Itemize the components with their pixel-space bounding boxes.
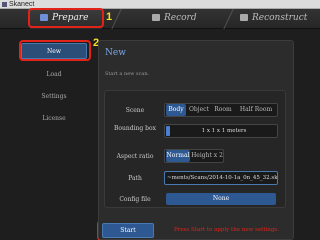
page-subtitle: Start a new scan. (105, 71, 150, 77)
scene-option-room[interactable]: Room (212, 104, 234, 116)
scene-selector: Body Object Room Half Room (164, 103, 278, 117)
tab-label: Reconstruct (252, 13, 308, 23)
slider-handle[interactable] (166, 126, 170, 136)
tab-divider (111, 9, 122, 29)
sidebar: New Load Settings License (8, 38, 92, 240)
tab-reconstruct[interactable]: Reconstruct (240, 9, 320, 29)
sidebar-item-license[interactable]: License (21, 111, 87, 127)
tab-label: Record (164, 13, 197, 23)
start-button[interactable]: Start (102, 223, 154, 238)
aspect-option-height-x2[interactable]: Height x 2 (191, 150, 223, 162)
tab-record[interactable]: Record (152, 9, 222, 29)
scene-label: Scene (125, 107, 145, 114)
aspect-ratio-selector: Normal Height x 2 (164, 149, 224, 163)
aspect-ratio-label: Aspect ratio (116, 153, 154, 160)
scene-option-object[interactable]: Object (187, 104, 211, 116)
status-message: Press Start to apply the new settings. (174, 227, 279, 233)
reconstruct-icon (240, 14, 248, 21)
path-field[interactable]: ~ments/Scans/2014-10-1a_0n_45_32.skn (164, 171, 278, 185)
aspect-option-normal[interactable]: Normal (166, 150, 190, 162)
sidebar-item-settings[interactable]: Settings (21, 89, 87, 105)
config-file-button[interactable]: None (166, 193, 276, 205)
record-icon (152, 14, 160, 21)
bounding-box-value: 1 x 1 x 1 meters (201, 128, 247, 134)
annotation-number-1: 1 (106, 11, 113, 23)
bounding-box-slider[interactable]: 1 x 1 x 1 meters (164, 124, 278, 138)
bounding-box-label: Bounding box (114, 125, 156, 132)
page-title: New (105, 48, 126, 58)
sidebar-item-new[interactable]: New (21, 43, 87, 59)
scene-option-half-room[interactable]: Half Room (235, 104, 277, 116)
highlight-box-prepare (28, 8, 104, 28)
scene-option-body[interactable]: Body (166, 104, 186, 116)
config-file-label: Config file (119, 196, 151, 203)
sidebar-item-load[interactable]: Load (21, 67, 87, 83)
app-icon (2, 2, 7, 7)
path-label: Path (128, 175, 142, 182)
tab-divider (223, 9, 234, 29)
